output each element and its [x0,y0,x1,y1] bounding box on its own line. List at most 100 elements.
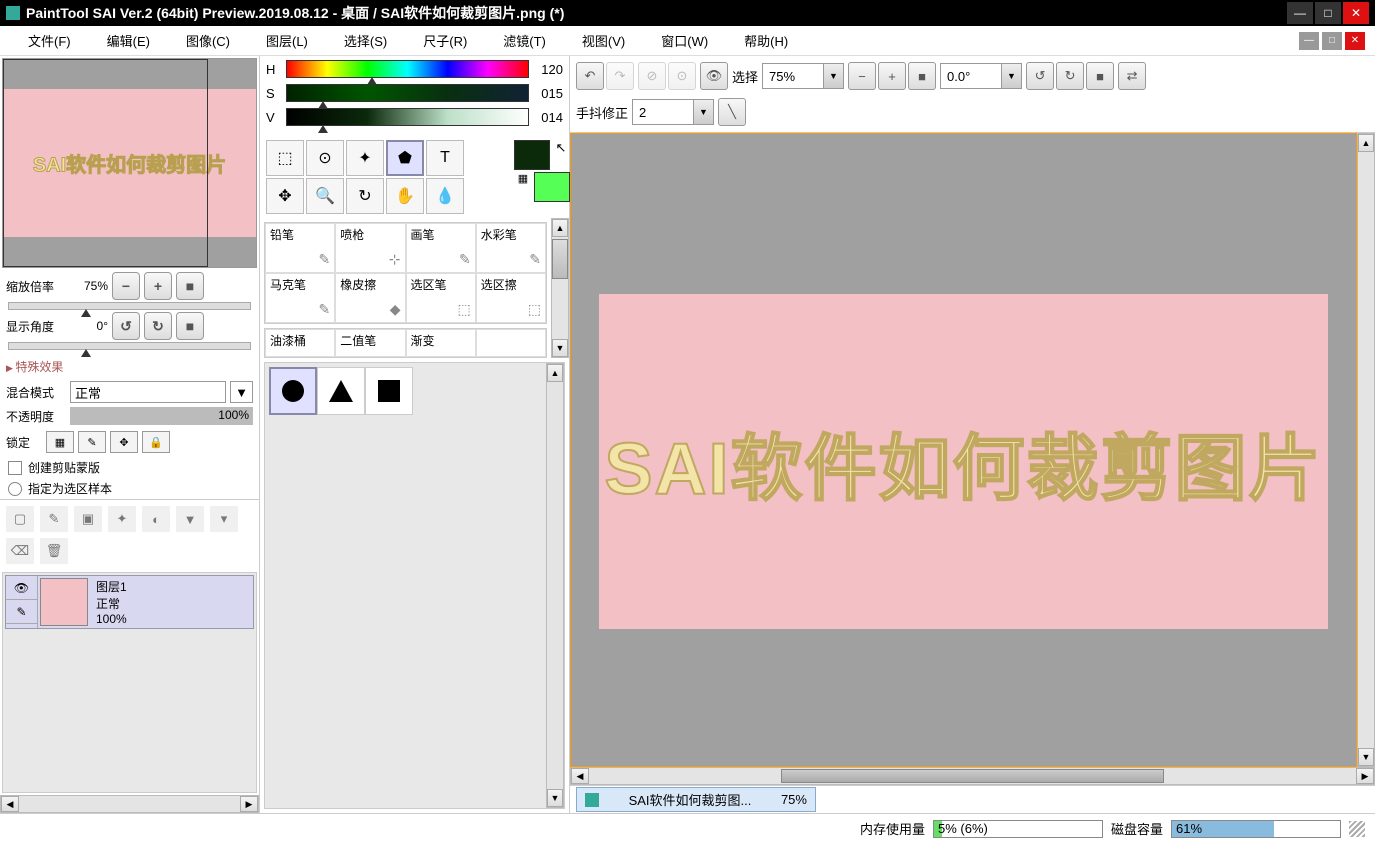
zoom-in-button[interactable]: + [144,272,172,300]
menu-view[interactable]: 视图(V) [564,27,643,54]
lock-paint-button[interactable]: ✎ [78,431,106,453]
navigator[interactable]: SAI软件如何裁剪图片 [2,58,257,268]
marquee-tool[interactable]: ⬚ [266,140,304,176]
layer-mask-button[interactable]: ◐ [142,506,170,532]
zoom-combo[interactable]: 75% ▼ [762,63,844,89]
scroll-thumb[interactable] [781,769,1165,783]
rotate-ccw-btn2[interactable]: ↺ [1026,62,1054,90]
shape-scroll-v[interactable]: ▲▼ [546,363,564,808]
brush-airbrush[interactable]: 喷枪⊹ [335,223,405,273]
menu-edit[interactable]: 编辑(E) [89,27,168,54]
menu-ruler[interactable]: 尺子(R) [405,27,485,54]
zoom-slider[interactable] [8,302,251,310]
brush-selpen[interactable]: 选区笔⬚ [406,273,476,323]
zoom-reset-button[interactable]: ■ [176,272,204,300]
hand-tool[interactable]: ✋ [386,178,424,214]
canvas-viewport[interactable]: SAI软件如何裁剪图片 [570,133,1357,767]
brush-binary[interactable]: 二值笔 [335,329,405,357]
opacity-slider[interactable]: 100% [70,407,253,425]
invert-sel-button[interactable]: ⊙ [668,62,696,90]
brush-seleraser[interactable]: 选区擦⬚ [476,273,546,323]
brush-water[interactable]: 水彩笔✎ [476,223,546,273]
rotate-cw-btn2[interactable]: ↻ [1056,62,1084,90]
angle-slider[interactable] [8,342,251,350]
wand-tool[interactable]: ✦ [346,140,384,176]
shape-square[interactable] [365,367,413,415]
document-tab[interactable]: SAI软件如何裁剪图... 75% [576,787,816,812]
doc-close-button[interactable]: ✕ [1345,32,1365,50]
val-slider[interactable] [286,108,529,126]
eyedropper-tool[interactable]: 💧 [426,178,464,214]
move-tool[interactable]: ✥ [266,178,304,214]
redo-button[interactable]: ↷ [606,62,634,90]
rotate-cw-button[interactable]: ↻ [144,312,172,340]
zoom-out-button[interactable]: − [112,272,140,300]
text-tool[interactable]: T [426,140,464,176]
clip-mask-checkbox[interactable] [8,461,22,475]
maximize-button[interactable]: □ [1315,2,1341,24]
zoom-out-btn2[interactable]: − [848,62,876,90]
new-layer-button[interactable]: ▢ [6,506,34,532]
brush-gradient[interactable]: 渐变 [406,329,476,357]
layer-fx-button[interactable]: ✦ [108,506,136,532]
new-linework-button[interactable]: ✎ [40,506,68,532]
brush-brush[interactable]: 画笔✎ [406,223,476,273]
layer-scroll-h[interactable]: ◀ ▶ [0,795,259,813]
scroll-left-icon[interactable]: ◀ [1,796,19,812]
brush-scroll-v[interactable]: ▲▼ [551,218,569,358]
angle-reset-button[interactable]: ■ [176,312,204,340]
bg-color-swatch[interactable] [534,172,570,202]
deselect-button[interactable]: ⊘ [638,62,666,90]
layer-visible-icon[interactable]: 👁 [6,576,37,600]
brush-marker[interactable]: 马克笔✎ [265,273,335,323]
navigator-viewport[interactable] [3,59,208,267]
shape-circle[interactable] [269,367,317,415]
zoom-in-btn2[interactable]: + [878,62,906,90]
menu-filter[interactable]: 滤镜(T) [485,27,564,54]
rotate-tool[interactable]: ↻ [346,178,384,214]
layer-edit-icon[interactable]: ✎ [6,600,37,624]
lock-pixels-button[interactable]: ▦ [46,431,74,453]
undo-button[interactable]: ↶ [576,62,604,90]
menu-select[interactable]: 选择(S) [326,27,405,54]
hue-slider[interactable] [286,60,529,78]
menu-image[interactable]: 图像(C) [168,27,248,54]
canvas-scroll-h[interactable]: ◀▶ [570,767,1375,785]
brush-bucket[interactable]: 油漆桶 [265,329,335,357]
menu-window[interactable]: 窗口(W) [643,27,726,54]
effects-header[interactable]: 特殊效果 [0,354,259,379]
zoom-tool[interactable]: 🔍 [306,178,344,214]
lasso-tool[interactable]: ⊙ [306,140,344,176]
shape-triangle[interactable] [317,367,365,415]
eye-icon[interactable]: 👁 [700,62,728,90]
rotate-ccw-button[interactable]: ↺ [112,312,140,340]
stabilizer-combo[interactable]: 2 ▼ [632,99,714,125]
blend-dropdown-arrow[interactable]: ▼ [230,381,253,403]
lock-all-button[interactable]: 🔒 [142,431,170,453]
brush-pencil[interactable]: 铅笔✎ [265,223,335,273]
line-tool-icon[interactable]: ╲ [718,98,746,126]
fg-color-swatch[interactable] [514,140,550,170]
chevron-down-icon-3[interactable]: ▼ [693,100,713,124]
resize-grip[interactable] [1349,821,1365,837]
menu-layer[interactable]: 图层(L) [248,27,326,54]
rotate-reset-btn2[interactable]: ■ [1086,62,1114,90]
close-button[interactable]: ✕ [1343,2,1369,24]
doc-maximize-button[interactable]: □ [1322,32,1342,50]
canvas[interactable]: SAI软件如何裁剪图片 [599,294,1328,629]
merge-down-button[interactable]: ▼ [176,506,204,532]
swap-colors-icon[interactable]: ↖ [552,140,570,170]
chevron-down-icon-2[interactable]: ▼ [1001,64,1021,88]
color-grid-icon[interactable]: ▦ [514,172,532,202]
lock-move-button[interactable]: ✥ [110,431,138,453]
minimize-button[interactable]: — [1287,2,1313,24]
sel-target-radio[interactable] [8,482,22,496]
scroll-right-icon[interactable]: ▶ [240,796,258,812]
delete-layer-button[interactable]: 🗑 [40,538,68,564]
angle-combo[interactable]: 0.0° ▼ [940,63,1022,89]
flip-button[interactable]: ⇄ [1118,62,1146,90]
flatten-button[interactable]: ▾ [210,506,238,532]
shape-tool[interactable]: ⬟ [386,140,424,176]
doc-minimize-button[interactable]: — [1299,32,1319,50]
new-folder-button[interactable]: ▣ [74,506,102,532]
